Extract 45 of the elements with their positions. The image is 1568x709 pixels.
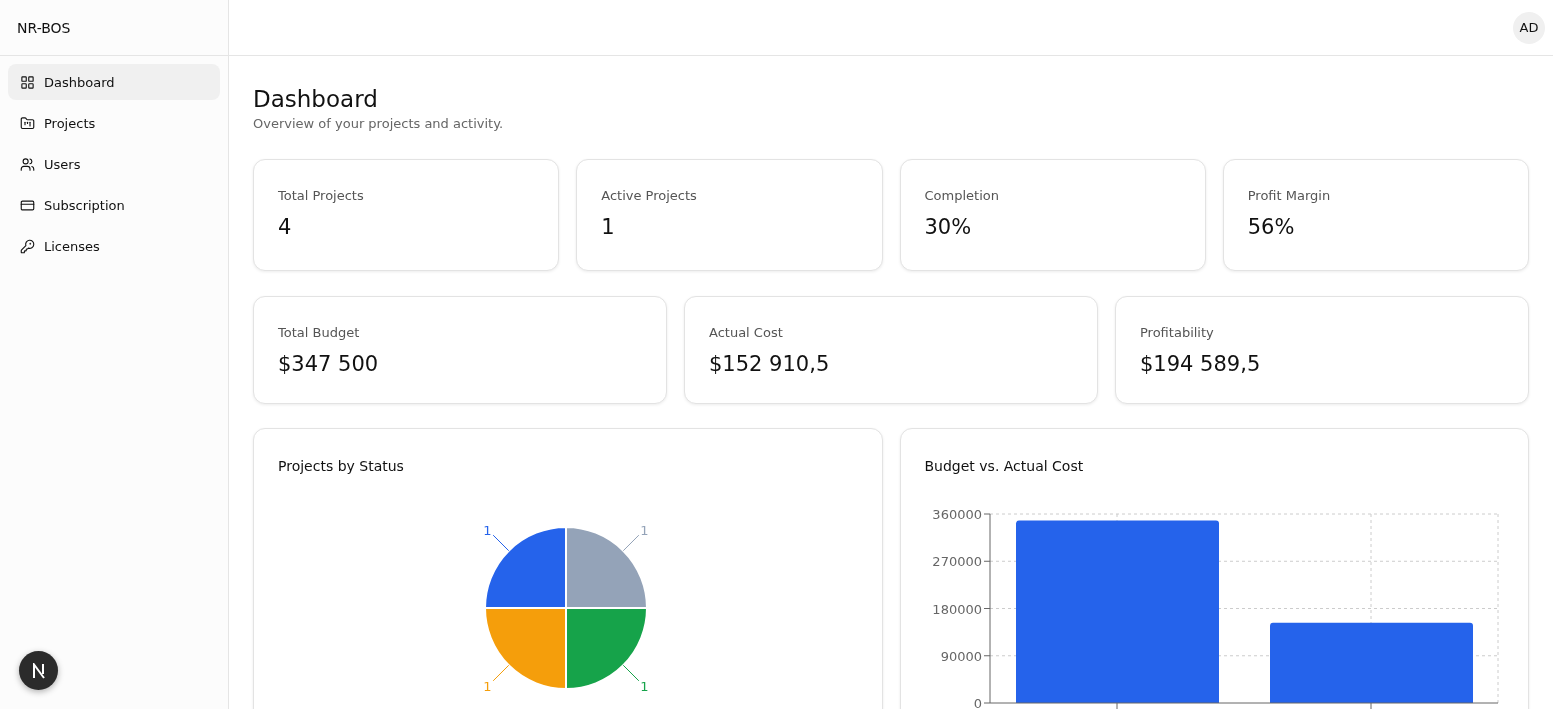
brand-name: NR-BOS xyxy=(0,0,228,56)
nav-item[interactable]: Projects xyxy=(8,105,220,141)
axis-tick-label: 270000 xyxy=(931,554,982,570)
data-label: 1 xyxy=(483,522,492,538)
leader-line xyxy=(622,534,640,552)
leader-line xyxy=(492,534,510,552)
nav-item[interactable]: Licenses xyxy=(8,228,220,264)
stat-value: 4 xyxy=(278,215,293,239)
chart-title: Projects by Status xyxy=(278,458,405,474)
data-label: 1 xyxy=(483,679,492,695)
axis-tick-label: 180000 xyxy=(931,601,982,617)
card-icon xyxy=(20,197,35,213)
leader-line xyxy=(622,664,640,682)
stat-value: 30% xyxy=(924,215,973,239)
stat-label: Total Budget xyxy=(278,325,361,340)
stat-label: Completion xyxy=(924,188,1000,203)
axis-tick-label: 360000 xyxy=(931,507,982,522)
stat-label: Profitability xyxy=(1140,325,1215,340)
user-avatar[interactable]: AD xyxy=(1513,11,1545,44)
grid-icon xyxy=(20,74,35,90)
key-icon xyxy=(20,238,35,254)
stat-label: Total Projects xyxy=(278,188,365,203)
stat-label: Actual Cost xyxy=(709,325,784,340)
data-label: 1 xyxy=(640,679,649,695)
leader-line xyxy=(492,664,510,682)
data-label: 1 xyxy=(640,522,649,538)
axis-tick-label: 90000 xyxy=(940,648,982,664)
stat-value: 56% xyxy=(1247,215,1296,239)
stat-label: Profit Margin xyxy=(1247,188,1332,203)
stat-value: $152 910,5 xyxy=(709,352,831,376)
page-title: Dashboard xyxy=(253,86,379,112)
chart-title: Budget vs. Actual Cost xyxy=(924,458,1085,474)
users-icon xyxy=(20,156,35,172)
axis-tick-label: 0 xyxy=(973,696,982,709)
logo-icon xyxy=(31,662,46,679)
logo-button[interactable] xyxy=(19,651,58,690)
stat-value: 1 xyxy=(601,215,616,239)
folder-icon xyxy=(20,115,35,131)
nav-item[interactable]: Users xyxy=(8,146,220,182)
stat-value: $347 500 xyxy=(278,352,380,376)
nav-item[interactable]: Subscription xyxy=(8,187,220,223)
stat-value: $194 589,5 xyxy=(1140,352,1262,376)
stat-label: Active Projects xyxy=(601,188,698,203)
page-subtitle: Overview of your projects and activity. xyxy=(253,116,505,131)
nav-item[interactable]: Dashboard xyxy=(8,64,220,100)
